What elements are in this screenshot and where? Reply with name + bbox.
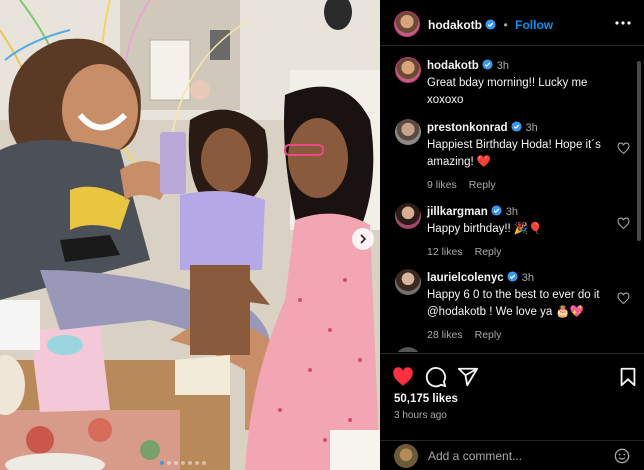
reply-button[interactable]: Reply <box>475 246 502 258</box>
comment-likes[interactable]: 28 likes <box>427 329 463 341</box>
comment-text: Happy 6 0 to the best to ever do it @hod… <box>427 289 600 318</box>
comment-avatar[interactable] <box>395 119 421 145</box>
carousel-dot <box>202 461 206 465</box>
carousel-dot <box>167 461 171 465</box>
comment-avatar[interactable] <box>395 203 421 229</box>
share-icon[interactable] <box>457 366 479 388</box>
verified-icon <box>485 19 496 30</box>
comment-input[interactable] <box>428 448 598 464</box>
verified-icon <box>507 271 518 282</box>
scrollbar-thumb[interactable] <box>637 61 641 241</box>
post-side-panel: hodakotb • Follow hodakotb 3h Great bday … <box>380 0 644 470</box>
bookmark-icon[interactable] <box>618 366 638 388</box>
likes-count[interactable]: 50,175 likes <box>394 393 458 405</box>
comment-icon[interactable] <box>425 366 447 388</box>
next-photo-button[interactable] <box>352 228 374 250</box>
carousel-dot <box>160 461 164 465</box>
comment-text: Happy birthday!! 🎉🎈 <box>427 223 543 235</box>
carousel-dot <box>181 461 185 465</box>
post-actions: 50,175 likes 3 hours ago <box>380 353 644 443</box>
carousel-indicator <box>160 461 206 465</box>
verified-icon <box>491 205 502 216</box>
comment-likes[interactable]: 9 likes <box>427 179 457 191</box>
comment-avatar[interactable] <box>395 269 421 295</box>
author-row: hodakotb • Follow <box>428 16 553 34</box>
post-header: hodakotb • Follow <box>380 0 644 46</box>
reply-button[interactable]: Reply <box>475 329 502 341</box>
comment-time: 3h <box>521 272 534 284</box>
emoji-icon[interactable] <box>614 448 630 464</box>
comment-text: Happiest Birthday Hoda! Hope it´s amazin… <box>427 139 601 168</box>
carousel-dot <box>195 461 199 465</box>
viewer-avatar <box>394 444 418 468</box>
party-scene-image <box>0 0 380 470</box>
heart-icon[interactable] <box>617 292 630 305</box>
comment-username[interactable]: laurielcolenyc <box>427 272 504 284</box>
post-time[interactable]: 3 hours ago <box>394 410 447 421</box>
comment-username[interactable]: hodakotb <box>427 60 479 72</box>
verified-icon <box>510 121 522 132</box>
author-username[interactable]: hodakotb <box>428 18 482 32</box>
post-photo[interactable] <box>0 0 380 470</box>
header-separator: • <box>503 18 508 32</box>
carousel-dot <box>174 461 178 465</box>
chevron-right-icon <box>360 234 367 244</box>
verified-icon <box>482 59 493 70</box>
heart-icon[interactable] <box>617 142 630 155</box>
add-comment-bar <box>380 440 644 470</box>
comment-avatar[interactable] <box>395 347 421 352</box>
follow-button[interactable]: Follow <box>515 18 553 32</box>
comment-time: 3h <box>505 206 518 218</box>
heart-icon[interactable] <box>392 366 414 388</box>
author-avatar[interactable] <box>394 11 420 37</box>
more-icon[interactable] <box>614 14 632 32</box>
heart-icon[interactable] <box>617 217 630 230</box>
carousel-dot <box>188 461 192 465</box>
comment-text: Great bday morning!! Lucky me xoxoxo <box>427 77 588 106</box>
comment-likes[interactable]: 12 likes <box>427 246 463 258</box>
comments-scrollbar[interactable] <box>636 47 642 352</box>
reply-button[interactable]: Reply <box>469 179 496 191</box>
comment-avatar[interactable] <box>395 57 421 83</box>
comment-time: 3h <box>496 60 509 72</box>
comment-username[interactable]: jillkargman <box>427 206 488 218</box>
comment-username[interactable]: prestonkonrad <box>427 122 508 134</box>
comments-list[interactable]: hodakotb 3h Great bday morning!! Lucky me… <box>380 47 632 352</box>
comment-time: 3h <box>525 122 538 134</box>
